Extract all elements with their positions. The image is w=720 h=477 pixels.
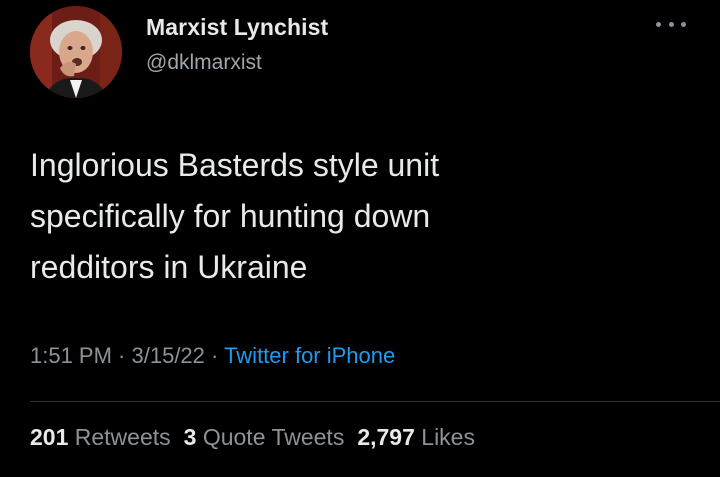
tweet-line: specifically for hunting down: [30, 198, 431, 234]
quote-tweets-count: 3: [183, 424, 197, 450]
quote-tweets-label: Quote Tweets: [202, 424, 345, 450]
profile-photo: [30, 6, 122, 98]
meta-separator: ·: [204, 343, 225, 368]
retweets-stat[interactable]: 201 Retweets: [30, 424, 171, 450]
tweet-time[interactable]: 1:51 PM: [30, 343, 112, 368]
retweets-count: 201: [30, 424, 69, 450]
dot: [668, 21, 674, 27]
quote-tweets-stat[interactable]: 3 Quote Tweets: [184, 424, 345, 450]
tweet-date[interactable]: 3/15/22: [132, 343, 205, 368]
more-options-icon[interactable]: [656, 14, 686, 34]
tweet-source-link[interactable]: Twitter for iPhone: [224, 343, 395, 368]
author-display-name[interactable]: Marxist Lynchist: [146, 14, 328, 41]
author-handle[interactable]: @dklmarxist: [146, 51, 262, 75]
tweet-text: Inglorious Basterds style unit specifica…: [30, 140, 670, 293]
dot: [681, 21, 686, 27]
tweet-line: redditors in Ukraine: [30, 249, 308, 285]
tweet-stats: 201 Retweets 3 Quote Tweets 2,797 Likes: [30, 424, 475, 451]
divider: [30, 401, 720, 402]
likes-stat[interactable]: 2,797 Likes: [357, 424, 475, 450]
meta-separator: ·: [111, 343, 132, 368]
retweets-label: Retweets: [74, 424, 171, 450]
likes-label: Likes: [421, 424, 475, 450]
avatar[interactable]: [30, 6, 122, 98]
dot: [656, 21, 661, 27]
tweet-line: Inglorious Basterds style unit: [30, 147, 440, 183]
tweet-meta: 1:51 PM · 3/15/22 · Twitter for iPhone: [30, 343, 395, 369]
likes-count: 2,797: [357, 424, 415, 450]
